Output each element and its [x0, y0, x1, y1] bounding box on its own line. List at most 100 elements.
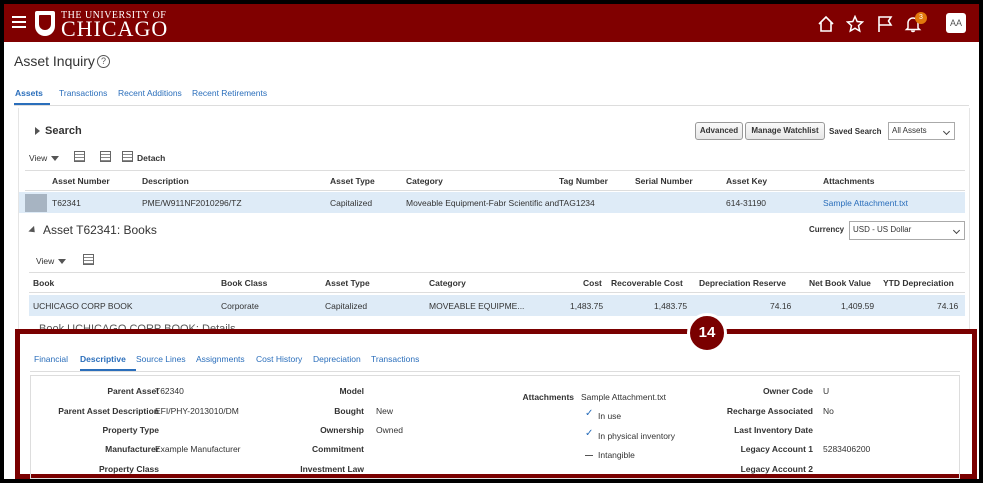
- col-recoverable-cost[interactable]: Recoverable Cost: [611, 278, 683, 288]
- attachments-link[interactable]: Sample Attachment.txt: [581, 392, 666, 402]
- manage-watchlist-button[interactable]: Manage Watchlist: [745, 122, 825, 140]
- owner-code-value: U: [823, 386, 830, 396]
- col-category[interactable]: Category: [406, 176, 443, 186]
- assets-panel: Search Advanced Manage Watchlist Saved S…: [18, 108, 970, 338]
- attachments-label: Attachments: [522, 392, 574, 402]
- legacy-account-1-value: 5283406200: [823, 444, 871, 454]
- view-menu[interactable]: View: [29, 153, 47, 163]
- saved-search-label: Saved Search: [829, 127, 882, 136]
- view-dropdown-icon[interactable]: [51, 156, 59, 161]
- page-title: Asset Inquiry: [14, 53, 95, 69]
- help-icon[interactable]: ?: [97, 55, 110, 68]
- col-asset-number[interactable]: Asset Number: [52, 176, 110, 186]
- col-tag-number[interactable]: Tag Number: [559, 176, 608, 186]
- flag-icon[interactable]: [876, 15, 894, 33]
- books-view-menu[interactable]: View: [36, 256, 54, 266]
- collapse-books-icon[interactable]: [28, 225, 38, 236]
- tab-assets[interactable]: Assets: [15, 88, 43, 98]
- currency-select[interactable]: USD - US Dollar: [849, 221, 965, 240]
- cell-asset-type: Capitalized: [330, 198, 373, 208]
- view-dropdown-icon[interactable]: [58, 259, 66, 264]
- table-row[interactable]: T62341 PME/W911NF2010296/TZ Capitalized …: [19, 192, 965, 213]
- currency-label: Currency: [809, 225, 845, 234]
- tab-transactions[interactable]: Transactions: [371, 354, 419, 364]
- tab-descriptive[interactable]: Descriptive: [80, 354, 126, 364]
- logo-text-big: CHICAGO: [61, 16, 169, 41]
- col-attachments[interactable]: Attachments: [823, 176, 874, 186]
- assets-table-header: Asset Number Description Asset Type Cate…: [25, 170, 965, 191]
- detach-button[interactable]: Detach: [137, 153, 165, 163]
- last-inventory-date-label: Last Inventory Date: [734, 425, 813, 435]
- cell-asset-type: Capitalized: [325, 301, 368, 311]
- favorites-star-icon[interactable]: [846, 15, 864, 33]
- in-use-label: In use: [598, 411, 622, 421]
- cell-ytd-depreciation: 74.16: [937, 301, 959, 311]
- col-book-class[interactable]: Book Class: [221, 278, 267, 288]
- tab-recent-retirements[interactable]: Recent Retirements: [192, 88, 267, 98]
- cell-asset-key: 614-31190: [726, 198, 767, 208]
- cell-recoverable-cost: 1,483.75: [654, 301, 688, 311]
- col-cost[interactable]: Cost: [583, 278, 602, 288]
- investment-law-label: Investment Law: [300, 464, 364, 474]
- tab-transactions[interactable]: Transactions: [59, 88, 107, 98]
- tab-depreciation[interactable]: Depreciation: [313, 354, 361, 364]
- search-title[interactable]: Search: [45, 125, 82, 137]
- parent-asset-value: T62340: [155, 386, 184, 396]
- table-row[interactable]: UCHICAGO CORP BOOK Corporate Capitalized…: [29, 295, 965, 316]
- col-net-book-value[interactable]: Net Book Value: [809, 278, 871, 288]
- saved-search-select[interactable]: All Assets: [888, 122, 955, 140]
- books-table-header: Book Book Class Asset Type Category Cost…: [29, 272, 965, 293]
- menu-icon[interactable]: [12, 16, 26, 28]
- col-category[interactable]: Category: [429, 278, 466, 288]
- format-columns-icon[interactable]: [74, 151, 85, 162]
- freeze-columns-icon[interactable]: [100, 151, 111, 162]
- intangible-label: Intangible: [598, 450, 635, 460]
- tab-assignments[interactable]: Assignments: [196, 354, 245, 364]
- unchecked-dash-icon: [585, 455, 593, 456]
- col-ytd-depreciation[interactable]: YTD Depreciation: [883, 278, 954, 288]
- expand-search-icon[interactable]: [35, 127, 40, 135]
- cell-tag-number: TAG1234: [559, 198, 595, 208]
- cell-net-book-value: 1,409.59: [841, 301, 875, 311]
- tab-cost-history[interactable]: Cost History: [256, 354, 302, 364]
- format-columns-icon[interactable]: [83, 254, 94, 265]
- owner-code-label: Owner Code: [762, 386, 813, 396]
- tab-recent-additions[interactable]: Recent Additions: [118, 88, 182, 98]
- advanced-button[interactable]: Advanced: [695, 122, 743, 140]
- col-asset-type[interactable]: Asset Type: [325, 278, 370, 288]
- col-depreciation-reserve[interactable]: Depreciation Reserve: [699, 278, 786, 288]
- descriptive-panel: Parent Asset T62340 Parent Asset Descrip…: [30, 375, 960, 479]
- col-serial-number[interactable]: Serial Number: [635, 176, 693, 186]
- tab-source-lines[interactable]: Source Lines: [136, 354, 186, 364]
- parent-asset-description-value: EFI/PHY-2013010/DM: [155, 406, 239, 416]
- home-icon[interactable]: [817, 15, 835, 33]
- manufacturer-label: Manufacturer: [105, 444, 159, 454]
- detach-icon[interactable]: [122, 151, 133, 162]
- checkmark-icon: ✓: [585, 428, 594, 439]
- col-asset-type[interactable]: Asset Type: [330, 176, 375, 186]
- manufacturer-value: Example Manufacturer: [155, 444, 241, 454]
- saved-search-value: All Assets: [892, 126, 927, 135]
- global-header: THE UNIVERSITY OF CHICAGO 3 AA: [4, 4, 979, 42]
- col-book[interactable]: Book: [33, 278, 54, 288]
- cell-depreciation-reserve: 74.16: [770, 301, 792, 311]
- in-physical-inventory-label: In physical inventory: [598, 431, 676, 441]
- col-description[interactable]: Description: [142, 176, 189, 186]
- cell-attachments-link[interactable]: Sample Attachment.txt: [823, 198, 908, 208]
- user-avatar[interactable]: AA: [946, 13, 966, 33]
- tab-financial[interactable]: Financial: [34, 354, 68, 364]
- currency-value: USD - US Dollar: [853, 225, 912, 234]
- ownership-value: Owned: [376, 425, 403, 435]
- commitment-label: Commitment: [312, 444, 364, 454]
- cell-category: Moveable Equipment-Fabr Scientific and: [406, 198, 560, 208]
- parent-asset-label: Parent Asset: [107, 386, 159, 396]
- col-asset-key[interactable]: Asset Key: [726, 176, 767, 186]
- ownership-label: Ownership: [320, 425, 364, 435]
- row-selector[interactable]: [25, 194, 47, 212]
- cell-book: UCHICAGO CORP BOOK: [33, 301, 133, 311]
- property-class-label: Property Class: [99, 464, 159, 474]
- legacy-account-2-label: Legacy Account 2: [740, 464, 813, 474]
- cell-category: MOVEABLE EQUIPME...: [429, 301, 525, 311]
- details-highlight-frame: Financial Descriptive Source Lines Assig…: [15, 329, 977, 479]
- property-type-label: Property Type: [102, 425, 159, 435]
